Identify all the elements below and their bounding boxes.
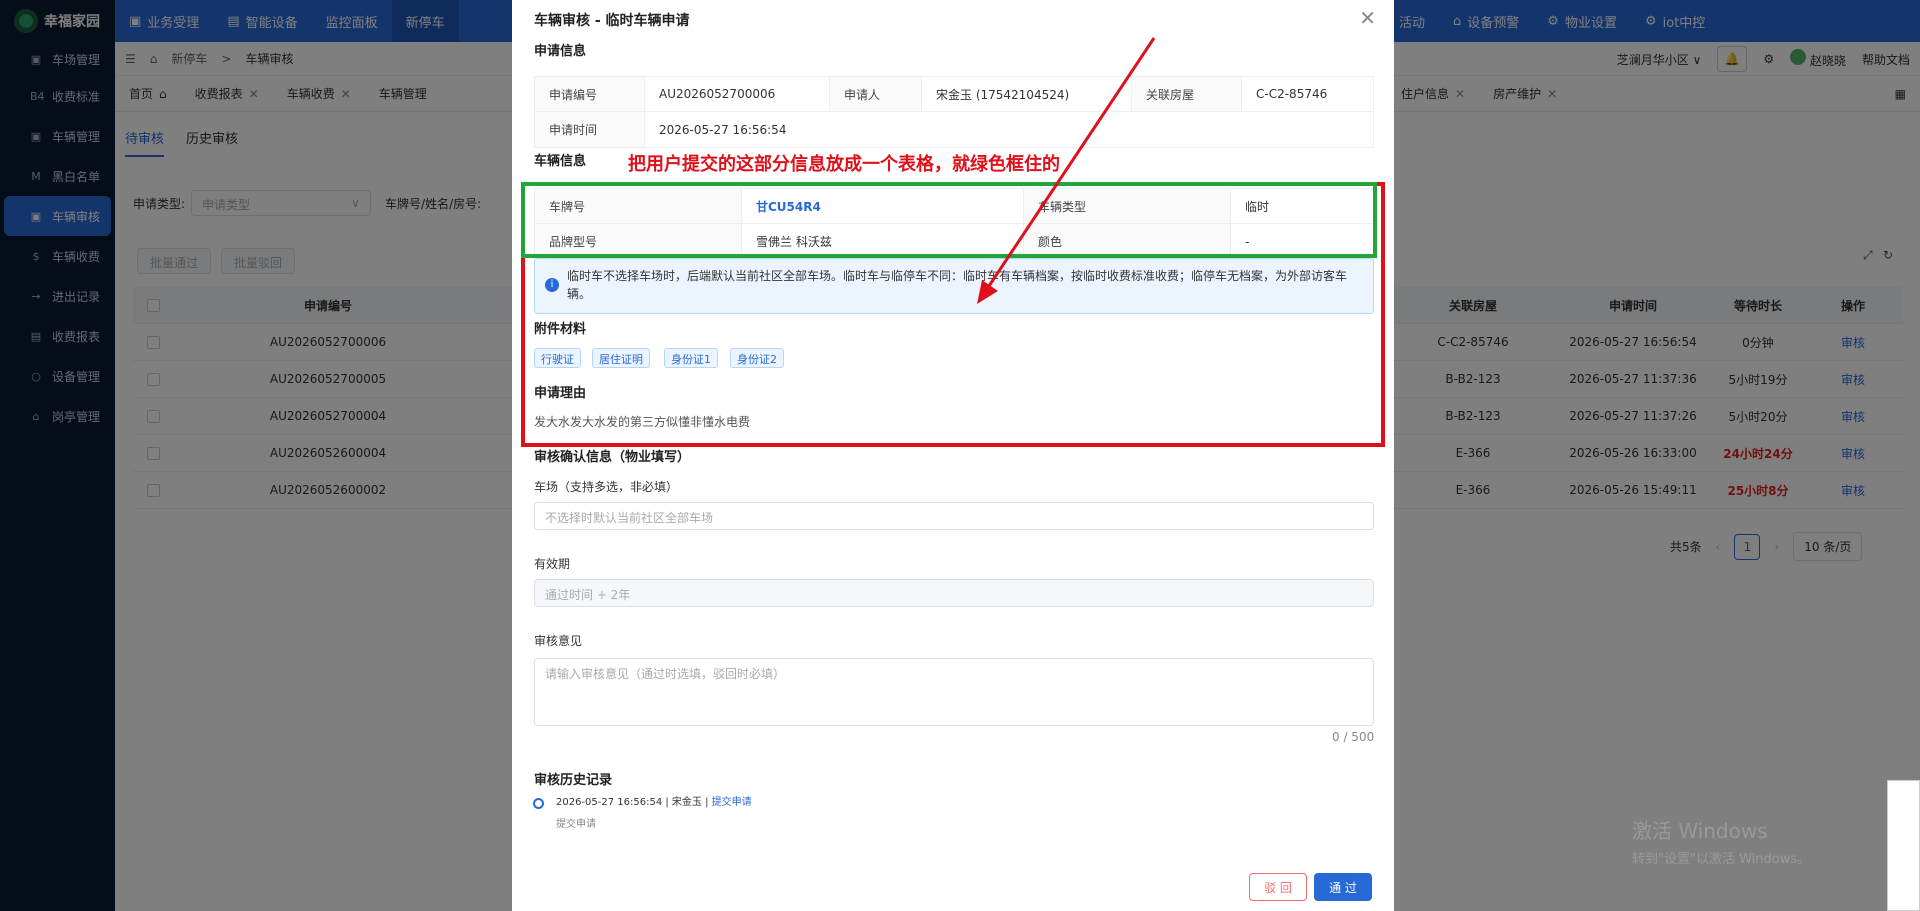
opinion-label: 审核意见 — [534, 634, 583, 648]
apply-time-value: 2026-05-27 16:56:54 — [659, 122, 787, 137]
close-icon[interactable]: ✕ — [1359, 6, 1376, 30]
watermark-line2: 转到"设置"以激活 Windows。 — [1632, 852, 1811, 867]
watermark-line1: 激活 Windows — [1632, 819, 1768, 843]
lot-select[interactable]: 不选择时默认当前社区全部车场 — [534, 502, 1374, 530]
timeline-dot — [533, 798, 544, 809]
annotation-green-box — [521, 182, 1377, 258]
validity-label: 有效期 — [534, 557, 571, 571]
opinion-textarea[interactable]: 请输入审核意见（通过时选填，驳回时必填） — [534, 658, 1374, 726]
pass-button[interactable]: 通 过 — [1314, 873, 1372, 901]
history-sub: 提交申请 — [556, 819, 596, 830]
table-row: 申请时间 2026-05-27 16:56:54 — [535, 112, 1373, 147]
review-dialog: 车辆审核 - 临时车辆申请 ✕ 申请信息 申请编号 AU202605270000… — [512, 0, 1394, 911]
history-entry: 2026-05-27 16:56:54 | 宋金玉 | 提交申请 — [556, 793, 752, 808]
apply-no-value: AU2026052700006 — [645, 77, 830, 111]
apply-no-label: 申请编号 — [535, 77, 645, 111]
validity-input: 通过时间 + 2年 — [534, 579, 1374, 607]
table-row: 申请编号 AU2026052700006 申请人 宋金玉 (1754210452… — [535, 77, 1373, 112]
history-meta: 2026-05-27 16:56:54 | 宋金玉 | — [556, 797, 712, 808]
annotation-text: 把用户提交的这部分信息放成一个表格，就绿色框住的 — [628, 154, 1060, 175]
dialog-title: 车辆审核 - 临时车辆申请 — [534, 13, 690, 29]
lot-label: 车场（支持多选，非必填） — [534, 480, 679, 494]
applicant-value: 宋金玉 (17542104524) — [922, 77, 1132, 111]
ime-toolbar[interactable] — [1887, 780, 1920, 911]
section-confirm-title: 审核确认信息（物业填写） — [534, 450, 691, 465]
history-action: 提交申请 — [711, 797, 752, 808]
apply-info-table: 申请编号 AU2026052700006 申请人 宋金玉 (1754210452… — [534, 76, 1374, 148]
char-counter: 0 / 500 — [1332, 730, 1375, 744]
section-vehicle-title: 车辆信息 — [534, 154, 587, 169]
section-history-title: 审核历史记录 — [534, 773, 613, 788]
section-apply-title: 申请信息 — [534, 44, 587, 59]
windows-activation-watermark: 激活 Windows 转到"设置"以激活 Windows。 — [1632, 815, 1810, 867]
applicant-label: 申请人 — [830, 77, 922, 111]
room-value: C-C2-85746 — [1256, 87, 1328, 101]
room-label: 关联房屋 — [1132, 77, 1242, 111]
apply-time-label: 申请时间 — [535, 112, 645, 147]
reject-button[interactable]: 驳 回 — [1249, 873, 1307, 901]
